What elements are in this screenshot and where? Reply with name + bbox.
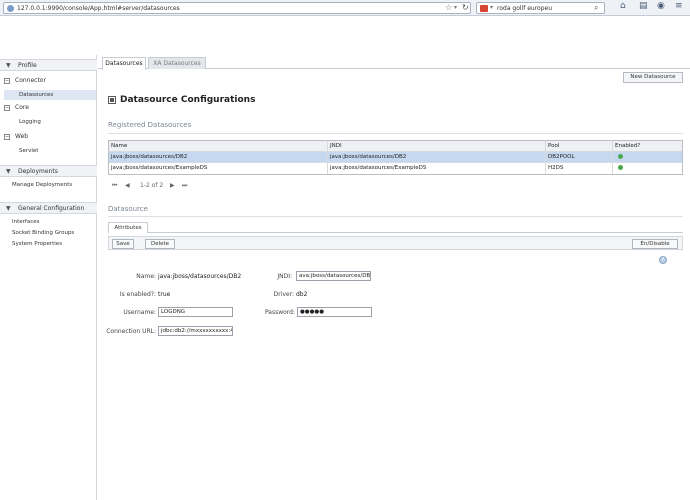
- password-label: Password:: [264, 309, 295, 316]
- enabled-label: Is enabled?:: [119, 291, 156, 298]
- tree-group-web[interactable]: − Web: [4, 133, 28, 140]
- nav-item-socket-binding-groups[interactable]: Socket Binding Groups: [12, 230, 74, 236]
- name-value: java:jboss/datasources/DB2: [158, 273, 242, 280]
- delete-button[interactable]: Delete: [145, 239, 175, 249]
- bookmark-icon[interactable]: ▤: [639, 1, 648, 11]
- datasource-section-title: Datasource: [108, 205, 148, 213]
- enabled-value: true: [158, 291, 171, 298]
- profile-header-label: Profile: [18, 62, 37, 69]
- nav-item-system-properties[interactable]: System Properties: [12, 241, 62, 247]
- search-engine-icon[interactable]: [480, 5, 488, 12]
- cell-enabled: [613, 163, 683, 174]
- chevron-down-icon[interactable]: ▾: [454, 4, 457, 11]
- cell-jndi: java:jboss/datasources/ExampleDS: [328, 163, 546, 174]
- column-header-enabled[interactable]: Enabled?: [613, 141, 683, 152]
- cell-name: java:jboss/datasources/ExampleDS: [109, 163, 328, 174]
- pager-text: 1-2 of 2: [140, 182, 164, 189]
- tree-group-label: Web: [15, 133, 29, 140]
- reload-icon[interactable]: ↻: [462, 3, 469, 12]
- profile-header[interactable]: ▼ Profile: [0, 59, 97, 71]
- address-bar[interactable]: 127.0.0.1:9990/console/App.html#server/d…: [3, 2, 471, 14]
- adblock-icon[interactable]: ◉: [657, 1, 665, 11]
- username-field[interactable]: LOGDNG: [158, 307, 233, 317]
- main-content: Datasources XA Datasources New Datasourc…: [98, 55, 690, 500]
- first-page-icon[interactable]: ⏮: [112, 182, 117, 190]
- tree-group-label: Connector: [15, 77, 46, 84]
- next-page-icon[interactable]: ▶: [170, 182, 175, 189]
- home-icon[interactable]: ⌂: [620, 1, 626, 11]
- search-query: roda gollf europeu: [497, 5, 553, 12]
- column-header-jndi[interactable]: JNDI: [328, 141, 546, 152]
- username-label: Username:: [123, 309, 156, 316]
- deployments-header[interactable]: ▼ Deployments: [0, 165, 97, 177]
- nav-item-interfaces[interactable]: Interfaces: [12, 219, 40, 225]
- chevron-down-icon: ▼: [6, 205, 11, 212]
- cell-pool: H2DS: [546, 163, 613, 174]
- collapse-icon[interactable]: −: [4, 77, 10, 84]
- tab-attributes[interactable]: Attributes: [108, 222, 148, 233]
- table-row[interactable]: java:jboss/datasources/ExampleDS java:jb…: [109, 163, 682, 174]
- nav-item-manage-deployments[interactable]: Manage Deployments: [12, 182, 72, 188]
- cell-enabled: [613, 152, 683, 163]
- general-configuration-label: General Configuration: [18, 205, 85, 212]
- section-divider: [108, 216, 683, 217]
- form-toolbar: Save Delete En/Disable: [108, 236, 683, 250]
- cell-jndi: java:jboss/datasources/DB2: [328, 152, 546, 163]
- jndi-label: JNDI:: [277, 273, 292, 280]
- registered-datasources-title: Registered Datasources: [108, 121, 192, 129]
- left-navigation: ▼ Profile − Connector Datasources − Core L…: [0, 55, 97, 500]
- collapse-icon[interactable]: −: [4, 104, 10, 111]
- driver-value: db2: [296, 291, 308, 298]
- browser-search-input[interactable]: ▾ roda gollf europeu ⌕: [476, 2, 605, 14]
- jndi-field[interactable]: ava:jboss/datasources/DB2: [296, 271, 371, 281]
- tree-group-label: Core: [15, 104, 29, 111]
- tab-datasources[interactable]: Datasources: [102, 57, 146, 70]
- general-configuration-header[interactable]: ▼ General Configuration: [0, 202, 97, 214]
- menu-icon[interactable]: ≡: [675, 1, 683, 11]
- connection-url-field[interactable]: jdbc:db2://mxxxxxxxxxx:446/B: [158, 326, 233, 336]
- driver-label: Driver:: [273, 291, 294, 298]
- star-icon[interactable]: ☆: [445, 3, 452, 12]
- table-row[interactable]: java:jboss/datasources/DB2 java:jboss/da…: [109, 152, 682, 163]
- section-divider: [108, 133, 683, 134]
- deployments-header-label: Deployments: [18, 168, 58, 175]
- chevron-down-icon: ▼: [6, 62, 11, 69]
- enabled-status-icon: [618, 154, 623, 159]
- help-icon[interactable]: ?: [659, 256, 667, 264]
- column-header-name[interactable]: Name: [109, 141, 328, 152]
- tab-bar: Datasources XA Datasources: [98, 55, 690, 70]
- tree-group-connector[interactable]: − Connector: [4, 77, 46, 84]
- page-title: Datasource Configurations: [120, 95, 256, 105]
- tab-xa-datasources[interactable]: XA Datasources: [148, 57, 206, 69]
- save-button[interactable]: Save: [112, 239, 134, 249]
- search-icon[interactable]: ⌕: [594, 3, 598, 13]
- cell-pool: DB2POOL: [546, 152, 613, 163]
- chevron-down-icon[interactable]: ▾: [490, 4, 493, 11]
- datasource-tabs: Attributes: [108, 222, 683, 233]
- prev-page-icon[interactable]: ◀: [125, 182, 130, 189]
- chevron-down-icon: ▼: [6, 168, 11, 175]
- nav-item-datasources[interactable]: Datasources: [4, 90, 96, 100]
- column-header-pool[interactable]: Pool: [546, 141, 613, 152]
- browser-toolbar: 127.0.0.1:9990/console/App.html#server/d…: [0, 0, 690, 16]
- new-datasource-button[interactable]: New Datasource: [623, 72, 683, 83]
- globe-icon: [7, 5, 14, 12]
- password-field[interactable]: ●●●●●: [297, 307, 372, 317]
- name-label: Name:: [136, 273, 156, 280]
- nav-item-logging[interactable]: Logging: [19, 119, 41, 125]
- enable-disable-button[interactable]: En/Disable: [632, 239, 678, 249]
- datasource-icon: [108, 96, 116, 104]
- tree-group-core[interactable]: − Core: [4, 104, 29, 111]
- datasources-table: Name JNDI Pool Enabled? java:jboss/datas…: [108, 140, 683, 175]
- last-page-icon[interactable]: ⏭: [182, 182, 187, 190]
- collapse-icon[interactable]: −: [4, 133, 10, 140]
- url-text: 127.0.0.1:9990/console/App.html#server/d…: [17, 5, 180, 12]
- connection-url-label: Connection URL:: [106, 328, 156, 335]
- enabled-status-icon: [618, 165, 623, 170]
- table-header: Name JNDI Pool Enabled?: [109, 141, 682, 152]
- cell-name: java:jboss/datasources/DB2: [109, 152, 328, 163]
- nav-item-servlet[interactable]: Servlet: [19, 148, 38, 154]
